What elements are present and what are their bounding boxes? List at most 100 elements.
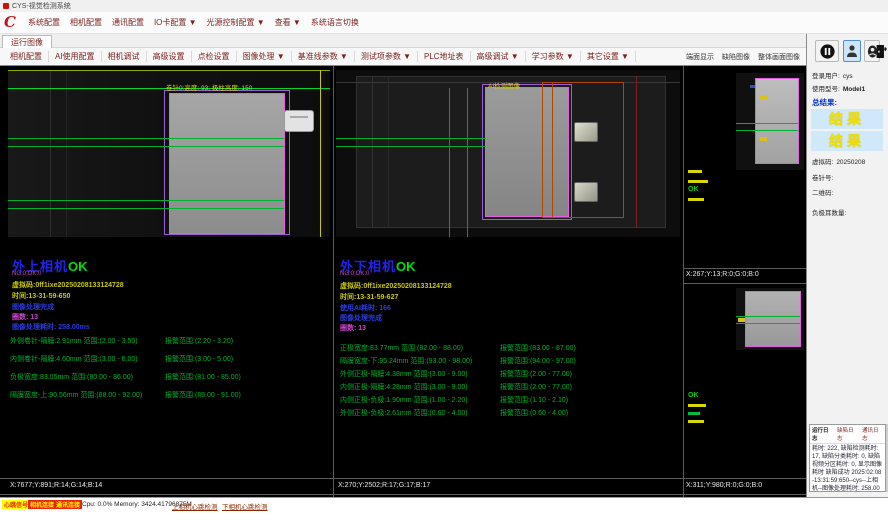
middle-turns: 圈数: 13	[340, 323, 366, 333]
toolbar-spot-check[interactable]: 点检设置	[192, 51, 237, 62]
toolbar-baseline-params[interactable]: 基准线参数 ▼	[292, 51, 355, 62]
left-camera-image[interactable]: 卷针0:高度: 93; 极柱高度: 150	[8, 70, 330, 237]
left-status-ok: OK	[68, 259, 88, 274]
log-tab-defect[interactable]: 缺陷日志	[837, 426, 858, 442]
measurement-row: 外侧卷针-隔膜:2.91mm 范围:(2.00 - 3.50)	[10, 336, 138, 346]
alarm-range: 报警范围:(94.00 - 97.00)	[500, 356, 576, 366]
login-user-row: 登录用户: cys	[812, 70, 853, 80]
bright-spot	[574, 182, 598, 202]
virtual-code-label: 虚拟码:	[812, 156, 833, 166]
menu-item-system-config[interactable]: 系统配置	[28, 17, 60, 28]
neg-tab-count-label: 负极耳数量:	[812, 207, 846, 217]
status-bar: 心跳信号 相机连接 通讯连接 Cpu: 0.0% Memory: 3424.41…	[0, 497, 888, 522]
defect-mark	[760, 95, 767, 99]
middle-barcode: 虚拟码:0ff1ixe20250208133124728	[340, 281, 452, 291]
toolbar-other-settings[interactable]: 其它设置 ▼	[581, 51, 636, 62]
toolbar-camera-debug[interactable]: 相机调试	[102, 51, 147, 62]
baseline-top	[8, 70, 330, 71]
annotation-mark	[688, 198, 704, 201]
toolbar-image-processing[interactable]: 图像处理 ▼	[237, 51, 292, 62]
left-barcode: 虚拟码:0ff1ixe20250208133124728	[12, 280, 124, 290]
total-result-label: 总结果:	[812, 97, 837, 108]
measure-line	[736, 323, 800, 324]
titlebar: CYS-视觉检测系统	[0, 0, 888, 12]
right-tab-endface[interactable]: 端面显示	[686, 52, 714, 62]
toolbar-test-item-params[interactable]: 测试项参数 ▼	[355, 51, 418, 62]
toolbar-plc-address-table[interactable]: PLC地址表	[418, 51, 471, 62]
login-user-value: cys	[843, 73, 853, 80]
menu-item-camera-config[interactable]: 相机配置	[70, 17, 102, 28]
result-text-1: 结果	[829, 109, 865, 129]
edge-line-yellow	[320, 70, 321, 237]
lower-camera-heartbeat-link[interactable]: 下相机心跳检测	[222, 501, 268, 511]
right-panel-divider-a	[683, 268, 806, 269]
virtual-code-value: 20250208	[836, 159, 865, 166]
measure-line	[736, 316, 800, 317]
left-turns: 圈数: 13	[12, 312, 38, 322]
frame-edge	[388, 76, 389, 228]
measure-line	[736, 123, 798, 124]
tab-run-image[interactable]: 运行图像	[2, 35, 52, 48]
qr-code-label: 二维码:	[812, 187, 833, 197]
right-tab-full-image[interactable]: 整体画面图像	[758, 52, 800, 62]
right-tab-defect-image[interactable]: 缺陷图像	[722, 52, 750, 62]
log-tab-comm[interactable]: 通讯日志	[862, 426, 883, 442]
total-result-row: 总结果:	[812, 97, 837, 108]
edge-line-red	[636, 76, 637, 228]
toolbar-camera-config[interactable]: 相机配置	[4, 51, 49, 62]
heartbeat-signal-badge: 心跳信号	[2, 500, 30, 509]
log-box[interactable]: 运行日志 缺陷日志 通讯日志 耗时: 222, 缺陷检测耗时: 17, 缺陷分类…	[809, 424, 886, 492]
bright-spot	[574, 122, 598, 142]
alarm-range: 报警范围:(2.20 - 3.20)	[165, 336, 233, 346]
pin-number-row: 卷针号:	[812, 172, 836, 182]
right-top-ok: OK	[688, 186, 699, 193]
toolbar-learning-params[interactable]: 学习参数 ▼	[526, 51, 581, 62]
left-elapsed: 图像处理耗时: 258.00ms	[12, 322, 90, 332]
middle-status-ok: OK	[396, 259, 416, 274]
machine-frame	[8, 70, 168, 237]
alarm-range: 报警范围:(89.00 - 91.00)	[165, 390, 241, 400]
app-icon	[3, 3, 9, 9]
brand-logo: C	[4, 15, 16, 30]
frame-edge	[66, 70, 67, 237]
left-time: 时间:13-31-59-650	[12, 291, 70, 301]
toolbar-ai-usage-config[interactable]: AI使用配置	[49, 51, 102, 62]
measure-line	[8, 138, 284, 139]
right-bottom-image[interactable]	[736, 288, 804, 350]
toolbar-advanced-debug[interactable]: 高级调试 ▼	[471, 51, 526, 62]
menu-item-light-control-config[interactable]: 光源控制配置 ▼	[207, 17, 265, 28]
toolbar-advanced-settings[interactable]: 高级设置	[147, 51, 192, 62]
right-bottom-cursor-coords: X:311;Y:980;R:0;G:0;B:0	[686, 482, 762, 489]
pin-number-label: 卷针号:	[812, 172, 833, 182]
middle-camera-image[interactable]: AI检测图像	[336, 70, 680, 237]
upper-camera-heartbeat-link[interactable]: 上相机心跳检测	[172, 501, 218, 511]
login-user-button[interactable]	[843, 40, 861, 62]
annotation-mark	[688, 170, 702, 173]
log-text: 耗时: 222, 缺陷检测耗时: 17, 缺陷分类耗时: 0, 缺陷视频分区耗时…	[810, 444, 885, 492]
menu-item-comm-config[interactable]: 通讯配置	[112, 17, 144, 28]
alarm-range: 报警范围:(81.00 - 85.00)	[165, 372, 241, 382]
measurement-row: 隔膜宽度-上:90.56mm 范围:(88.00 - 92.00)	[10, 390, 142, 400]
result-text-2: 结果	[829, 131, 865, 151]
login-user-label: 登录用户:	[812, 70, 840, 80]
measurement-row: 正极宽度:83.77mm 范围:(82.00 - 88.00)	[340, 343, 463, 353]
right-panel-divider-b	[683, 283, 806, 284]
measure-line	[336, 146, 486, 147]
pause-button[interactable]	[815, 40, 839, 62]
result-box-2: 结果	[811, 131, 883, 151]
annotation-mark	[688, 412, 700, 415]
alarm-range: 报警范围:(3.00 - 5.00)	[165, 354, 233, 364]
exit-button[interactable]	[875, 40, 888, 62]
middle-sub-counter: NG:0;OK:0	[340, 271, 369, 277]
right-top-image[interactable]	[736, 73, 804, 170]
user-icon	[846, 44, 858, 58]
log-tab-run[interactable]: 运行日志	[812, 426, 833, 442]
menu-item-io-card-config[interactable]: IO卡配置 ▼	[154, 17, 197, 28]
right-bottom-ok: OK	[688, 392, 699, 399]
menu-item-view[interactable]: 查看 ▼	[275, 17, 301, 28]
menu-item-language-switch[interactable]: 系统语言切换	[311, 17, 359, 28]
model-value: Model1	[843, 86, 865, 93]
measure-line	[8, 146, 284, 147]
left-done: 图像处理完成	[12, 302, 54, 312]
virtual-code-row: 虚拟码: 20250208	[812, 156, 865, 166]
